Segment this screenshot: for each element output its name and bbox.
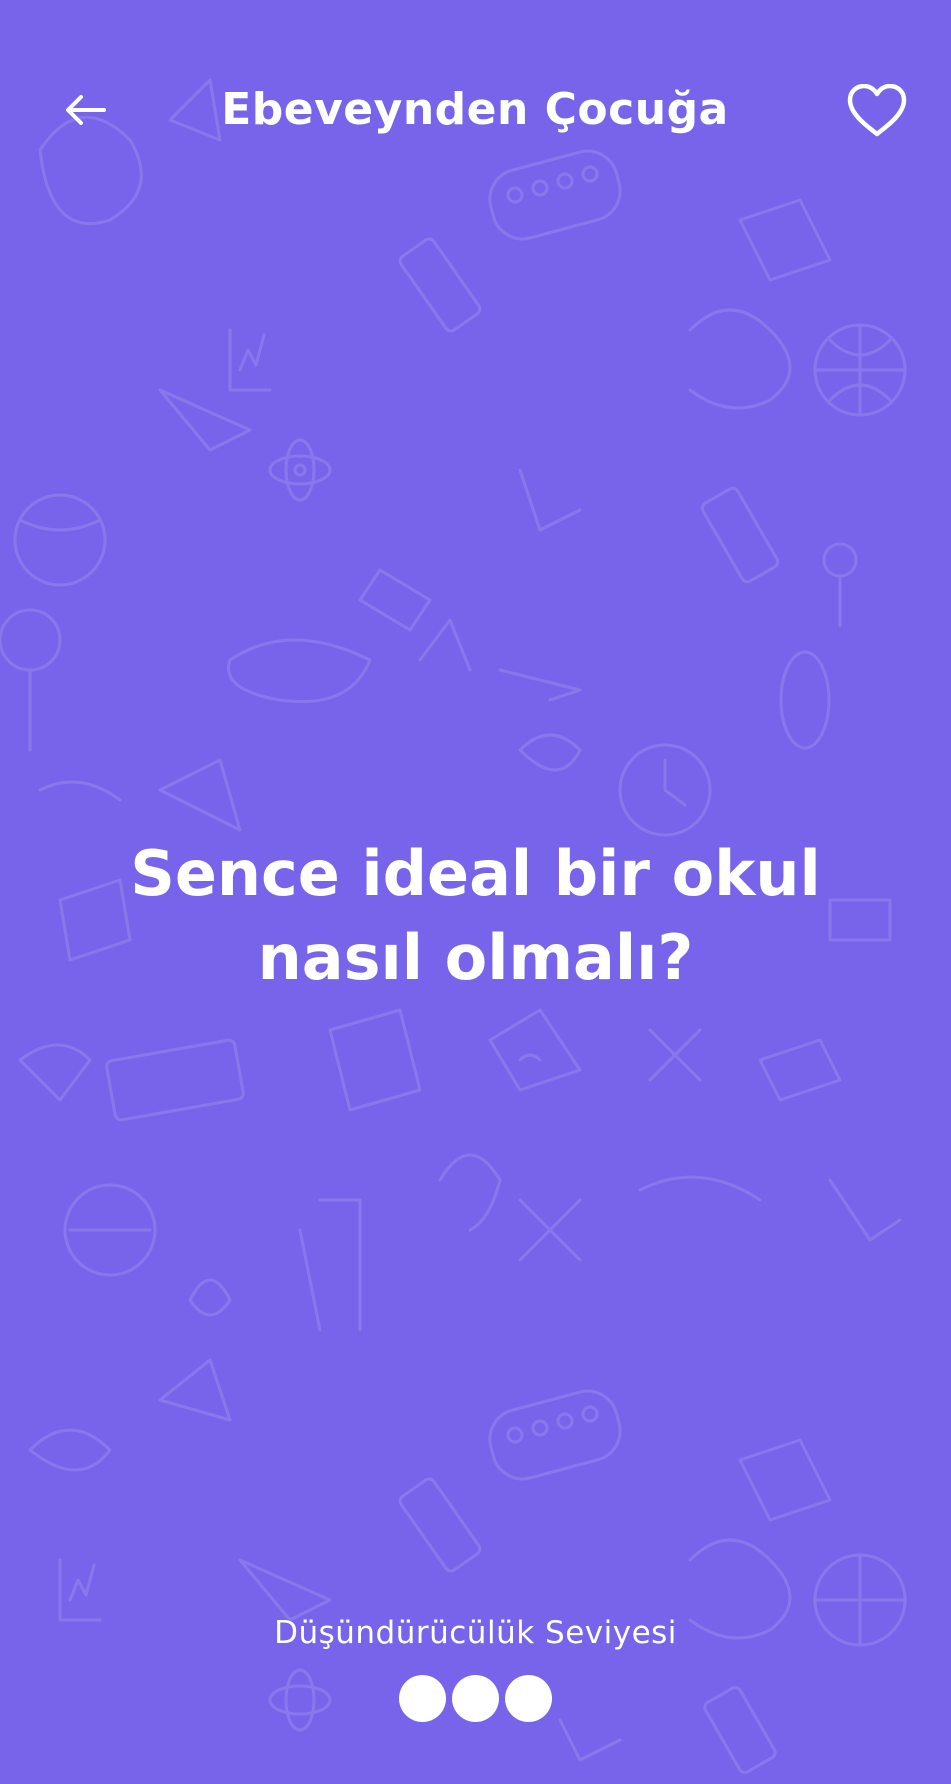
level-dot — [452, 1675, 499, 1722]
favorite-button[interactable] — [840, 78, 914, 144]
level-dot — [505, 1675, 552, 1722]
thought-level-indicator — [0, 1675, 951, 1722]
top-bar: Ebeveynden Çocuğa — [0, 60, 951, 160]
page-title: Ebeveynden Çocuğa — [221, 84, 729, 135]
thought-level-label: Düşündürücülük Seviyesi — [274, 1615, 677, 1651]
arrow-left-icon — [66, 95, 106, 125]
heart-outline-icon — [847, 84, 907, 137]
back-button[interactable] — [58, 82, 114, 138]
question-text: Sence ideal bir okul nasıl olmalı? — [130, 837, 821, 994]
level-dot — [399, 1675, 446, 1722]
question-card-screen: Ebeveynden Çocuğa Sence ideal bir okul n… — [0, 0, 951, 1784]
